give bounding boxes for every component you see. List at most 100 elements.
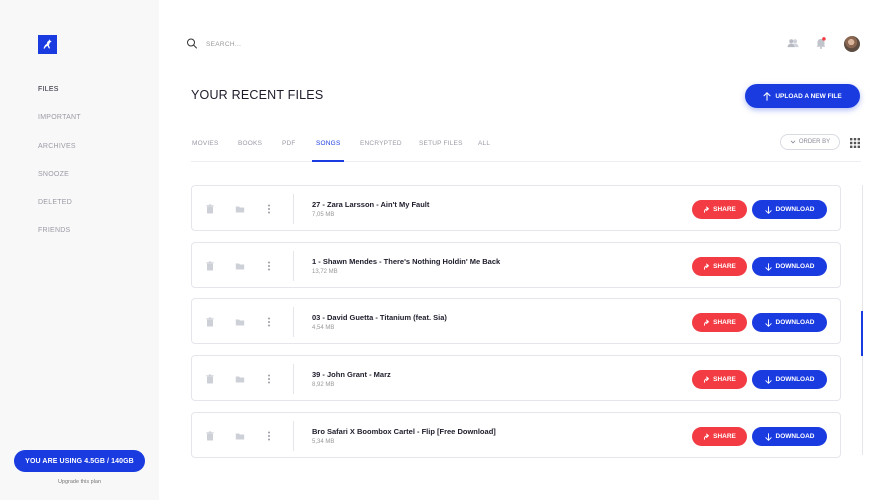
download-button[interactable]: DOWNLOAD [752,200,827,219]
users-icon[interactable] [786,36,800,50]
row-divider [293,364,294,394]
folder-icon[interactable] [235,317,245,327]
file-name[interactable]: 39 - John Grant - Marz [312,370,391,379]
sidebar-item-label: FRIENDS [38,227,71,235]
file-name[interactable]: 1 - Shawn Mendes - There's Nothing Holdi… [312,257,500,266]
upload-arrow-icon [763,91,771,101]
scrollbar-thumb[interactable] [861,311,863,356]
avatar[interactable] [844,36,860,52]
sidebar-item-label: IMPORTANT [38,114,81,122]
search-input[interactable] [206,38,406,50]
tab-setup-files[interactable]: SETUP FILES [419,140,463,147]
trash-icon[interactable] [205,261,215,271]
kangaroo-logo-icon[interactable] [38,35,57,54]
trash-icon[interactable] [205,204,215,214]
row-divider [293,421,294,451]
chevron-down-icon [790,140,796,144]
more-options-icon[interactable] [264,261,274,271]
sidebar-item-important[interactable]: IMPORTANT [38,114,81,142]
tab-songs[interactable]: SONGS [316,140,340,147]
download-label: DOWNLOAD [775,433,815,440]
download-label: DOWNLOAD [775,376,815,383]
share-button[interactable]: SHARE [692,427,747,446]
download-button[interactable]: DOWNLOAD [752,370,827,389]
file-row: 27 - Zara Larsson - Ain't My Fault 7,05 … [191,185,841,231]
row-divider [293,194,294,224]
grid-view-icon[interactable] [850,138,860,148]
file-size: 8,92 MB [312,382,335,388]
file-size: 7,05 MB [312,212,335,218]
order-by-label: ORDER BY [798,139,831,145]
download-arrow-icon [764,262,772,271]
download-arrow-icon [764,432,772,441]
upload-file-button[interactable]: UPLOAD A NEW FILE [745,84,860,108]
file-row: 03 - David Guetta - Titanium (feat. Sia)… [191,298,841,344]
row-divider [293,251,294,281]
download-label: DOWNLOAD [775,263,815,270]
file-name[interactable]: 27 - Zara Larsson - Ain't My Fault [312,200,429,209]
share-label: SHARE [713,376,736,383]
share-button[interactable]: SHARE [692,313,747,332]
sidebar-item-label: ARCHIVES [38,142,76,150]
share-label: SHARE [713,319,736,326]
download-label: DOWNLOAD [775,319,815,326]
share-icon [704,263,710,270]
file-row: 1 - Shawn Mendes - There's Nothing Holdi… [191,242,841,288]
share-label: SHARE [713,263,736,270]
tab-all[interactable]: ALL [478,140,490,147]
file-size: 13,72 MB [312,269,338,275]
storage-usage-button[interactable]: YOU ARE USING 4.5GB / 140GB [14,450,145,472]
upgrade-plan-link[interactable]: Upgrade this plan [0,479,159,485]
share-button[interactable]: SHARE [692,257,747,276]
active-tab-indicator [312,160,344,162]
download-button[interactable]: DOWNLOAD [752,427,827,446]
download-button[interactable]: DOWNLOAD [752,257,827,276]
sidebar-item-label: FILES [38,86,59,93]
sidebar-item-snooze[interactable]: SNOOZE [38,171,81,199]
download-label: DOWNLOAD [775,206,815,213]
sidebar-nav: FILES IMPORTANT ARCHIVES SNOOZE DELETED … [38,86,81,256]
share-label: SHARE [713,433,736,440]
sidebar-item-friends[interactable]: FRIENDS [38,227,81,255]
share-button[interactable]: SHARE [692,370,747,389]
file-name[interactable]: Bro Safari X Boombox Cartel - Flip [Free… [312,427,496,436]
file-size: 5,34 MB [312,439,335,445]
sidebar-item-label: DELETED [38,199,73,207]
file-name[interactable]: 03 - David Guetta - Titanium (feat. Sia) [312,313,447,322]
download-arrow-icon [764,205,772,214]
more-options-icon[interactable] [264,317,274,327]
folder-icon[interactable] [235,204,245,214]
search-icon[interactable] [186,37,198,50]
share-button[interactable]: SHARE [692,200,747,219]
bell-icon[interactable] [814,36,828,50]
folder-icon[interactable] [235,431,245,441]
sidebar-item-archives[interactable]: ARCHIVES [38,143,81,171]
file-row: 39 - John Grant - Marz 8,92 MB SHARE DOW… [191,355,841,401]
sidebar: FILES IMPORTANT ARCHIVES SNOOZE DELETED … [0,0,159,500]
sidebar-item-deleted[interactable]: DELETED [38,199,81,227]
file-size: 4,54 MB [312,325,335,331]
sidebar-item-label: SNOOZE [38,170,70,178]
download-button[interactable]: DOWNLOAD [752,313,827,332]
more-options-icon[interactable] [264,374,274,384]
sidebar-item-files[interactable]: FILES [38,86,81,114]
file-row: Bro Safari X Boombox Cartel - Flip [Free… [191,412,841,458]
tab-movies[interactable]: MOVIES [192,140,218,147]
trash-icon[interactable] [205,317,215,327]
row-divider [293,307,294,337]
upload-button-label: UPLOAD A NEW FILE [775,92,842,100]
tab-encrypted[interactable]: ENCRYPTED [360,140,402,147]
share-icon [704,206,710,213]
more-options-icon[interactable] [264,204,274,214]
share-label: SHARE [713,206,736,213]
trash-icon[interactable] [205,374,215,384]
tab-books[interactable]: BOOKS [238,140,262,147]
trash-icon[interactable] [205,431,215,441]
download-arrow-icon [764,318,772,327]
order-by-dropdown[interactable]: ORDER BY [780,134,840,150]
tab-pdf[interactable]: PDF [282,140,296,147]
share-icon [704,433,710,440]
more-options-icon[interactable] [264,431,274,441]
folder-icon[interactable] [235,374,245,384]
folder-icon[interactable] [235,261,245,271]
